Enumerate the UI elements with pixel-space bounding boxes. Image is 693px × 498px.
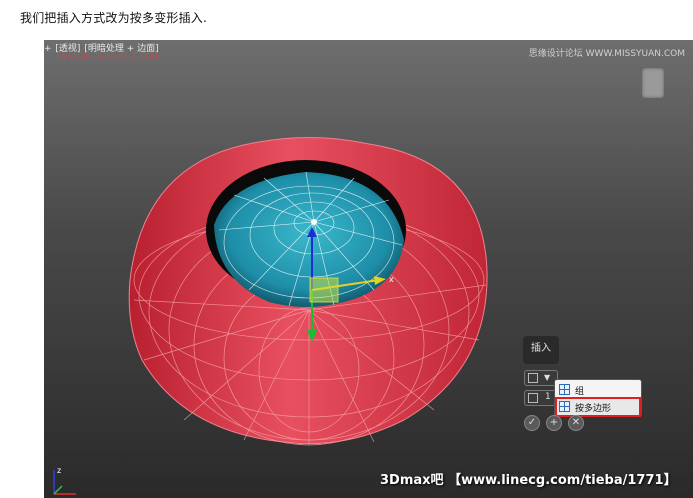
inset-mode-dropdown[interactable]: ▼ xyxy=(524,370,558,386)
footer-watermark: 3Dmax吧 【www.linecg.com/tieba/1771】 xyxy=(380,473,677,488)
grid-icon xyxy=(528,373,538,383)
grid-icon xyxy=(559,384,570,395)
pivot-point xyxy=(311,219,317,225)
3d-viewport[interactable]: x + [透视] [明暗处理 + 边面] WWW.3DXY.COM 思缘设计论坛… xyxy=(44,40,693,498)
menu-item-by-polygon[interactable]: 按多边形 xyxy=(555,397,641,417)
site-watermark: WWW.3DXY.COM xyxy=(58,52,160,63)
menu-item-group[interactable]: 组 xyxy=(557,382,639,398)
chevron-down-icon: ▼ xyxy=(544,373,551,382)
caption-text: 我们把插入方式改为按多变形插入. xyxy=(20,11,208,25)
axis-tripod-icon: z xyxy=(53,466,76,495)
cancel-button[interactable]: ✕ xyxy=(569,416,583,430)
svg-text:x: x xyxy=(389,275,394,284)
ok-button[interactable]: ✓ xyxy=(525,416,539,430)
svg-text:z: z xyxy=(57,466,61,475)
inset-caddy-title: 插入 xyxy=(523,336,559,364)
inset-amount-spinner[interactable]: 1 xyxy=(524,390,558,406)
hemisphere-scene[interactable]: x xyxy=(44,40,693,498)
menu-item-label: 按多边形 xyxy=(575,404,612,414)
apply-and-continue-button[interactable]: + xyxy=(547,416,561,430)
menu-item-label: 组 xyxy=(575,387,585,397)
inset-mode-menu: 组 按多边形 xyxy=(554,379,642,417)
forum-watermark: 思缘设计论坛 WWW.MISSYUAN.COM xyxy=(528,49,685,59)
inset-amount-value: 1 xyxy=(545,392,551,402)
grid-icon xyxy=(559,401,570,412)
viewport-plus-menu[interactable]: + xyxy=(44,44,52,54)
grid-icon xyxy=(528,393,538,403)
viewcube-icon[interactable] xyxy=(642,68,664,98)
